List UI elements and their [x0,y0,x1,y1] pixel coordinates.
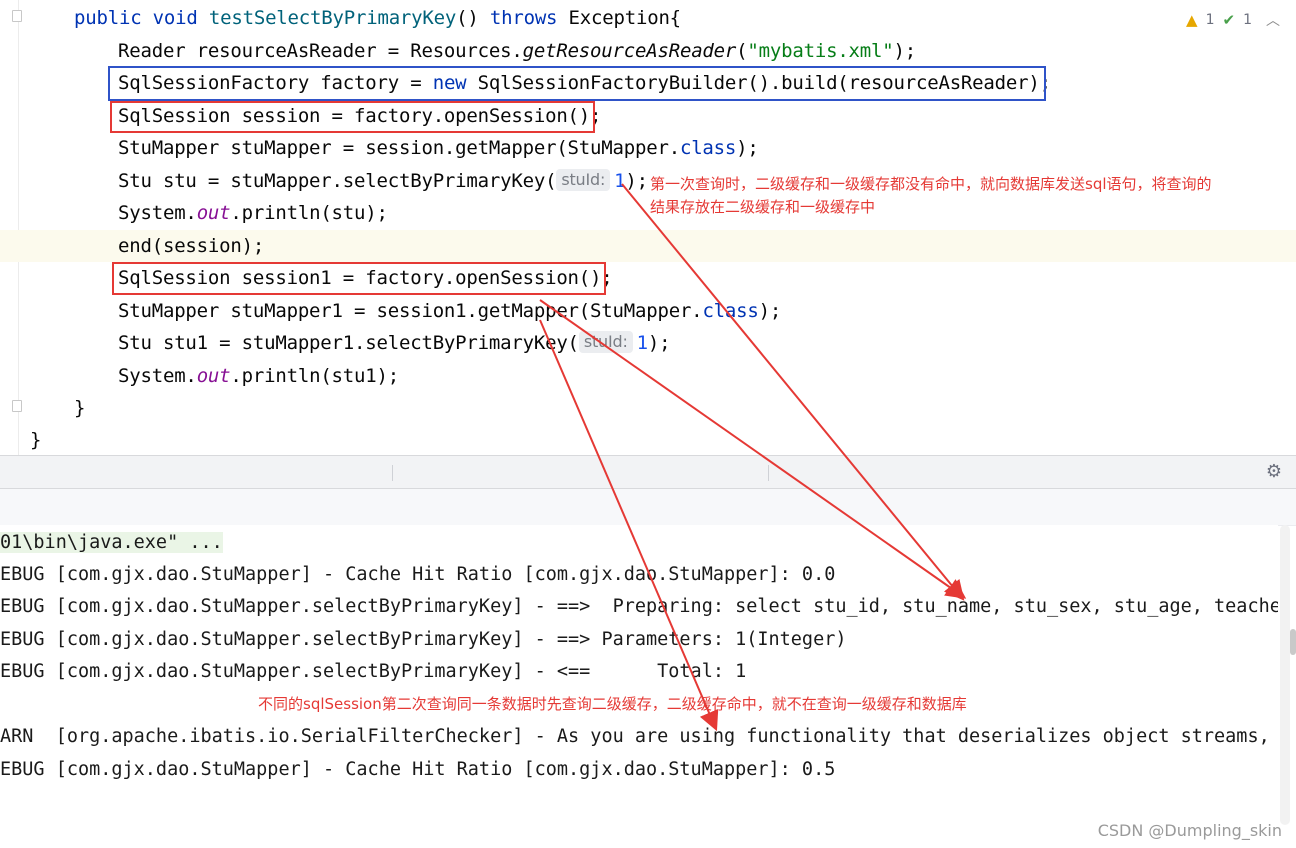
console-line: 01\bin\java.exe" ... [0,532,223,553]
console-scrollbar[interactable] [1280,525,1290,825]
code-line-close-brace[interactable]: } [30,424,41,455]
fold-toggle-icon[interactable] [12,400,22,412]
divider [768,465,769,481]
gear-icon[interactable]: ⚙ [1266,461,1282,482]
inspections-widget[interactable]: ▲ 1 ✔ 1 ︿ [1186,10,1280,30]
console-line: EBUG [com.gjx.dao.StuMapper.selectByPrim… [0,629,847,650]
console-line: EBUG [com.gjx.dao.StuMapper] - Cache Hit… [0,564,836,585]
code-line-method-signature[interactable]: public void testSelectByPrimaryKey() thr… [74,2,681,34]
code-line[interactable]: Reader resourceAsReader = Resources.getR… [118,35,916,67]
parameter-hint: stuId: [556,168,611,191]
code-line[interactable]: Stu stu1 = stuMapper1.selectByPrimaryKey… [118,327,671,359]
code-line[interactable]: StuMapper stuMapper1 = session1.getMappe… [118,295,781,327]
annotation-second-query: 不同的sqlSession第二次查询同一条数据时先查询二级缓存，二级缓存命中，就… [258,695,967,713]
console-line: EBUG [com.gjx.dao.StuMapper.selectByPrim… [0,661,747,682]
run-console[interactable]: 01\bin\java.exe" ... EBUG [com.gjx.dao.S… [0,525,1278,848]
code-line[interactable]: end(session); [118,230,264,262]
warnings-count: 1 [1205,12,1215,28]
divider [392,465,393,481]
fold-toggle-icon[interactable] [12,10,22,22]
run-toolbar [0,489,1296,526]
highlight-box-red [112,262,606,295]
tool-window-header: ⚙ [0,455,1296,489]
check-icon: ✔ [1222,11,1236,29]
console-line: EBUG [com.gjx.dao.StuMapper.selectByPrim… [0,596,1278,617]
code-line[interactable]: System.out.println(stu1); [118,360,399,392]
gutter-divider [18,0,19,455]
console-scroll-thumb[interactable] [1290,629,1296,655]
console-line: ARN [org.apache.ibatis.io.SerialFilterCh… [0,726,1278,747]
code-editor[interactable]: ▲ 1 ✔ 1 ︿ public void testSelectByPrimar… [0,0,1296,455]
highlight-box-blue [108,66,1046,101]
watermark: CSDN @Dumpling_skin [1097,821,1282,840]
console-line: EBUG [com.gjx.dao.StuMapper] - Cache Hit… [0,759,836,780]
ok-count: 1 [1243,12,1252,28]
code-line-close-brace[interactable]: } [74,392,85,424]
warning-triangle-icon: ▲ [1186,11,1198,29]
code-line[interactable]: StuMapper stuMapper = session.getMapper(… [118,132,759,164]
chevron-up-icon[interactable]: ︿ [1266,10,1280,30]
code-line[interactable]: Stu stu = stuMapper.selectByPrimaryKey(s… [118,165,648,197]
highlight-box-red [110,101,595,133]
code-line[interactable]: System.out.println(stu); [118,197,388,229]
parameter-hint: stuId: [578,330,633,353]
annotation-first-query: 第一次查询时，二级缓存和一级缓存都没有命中，就向数据库发送sql语句，将查询的 … [650,175,1212,216]
